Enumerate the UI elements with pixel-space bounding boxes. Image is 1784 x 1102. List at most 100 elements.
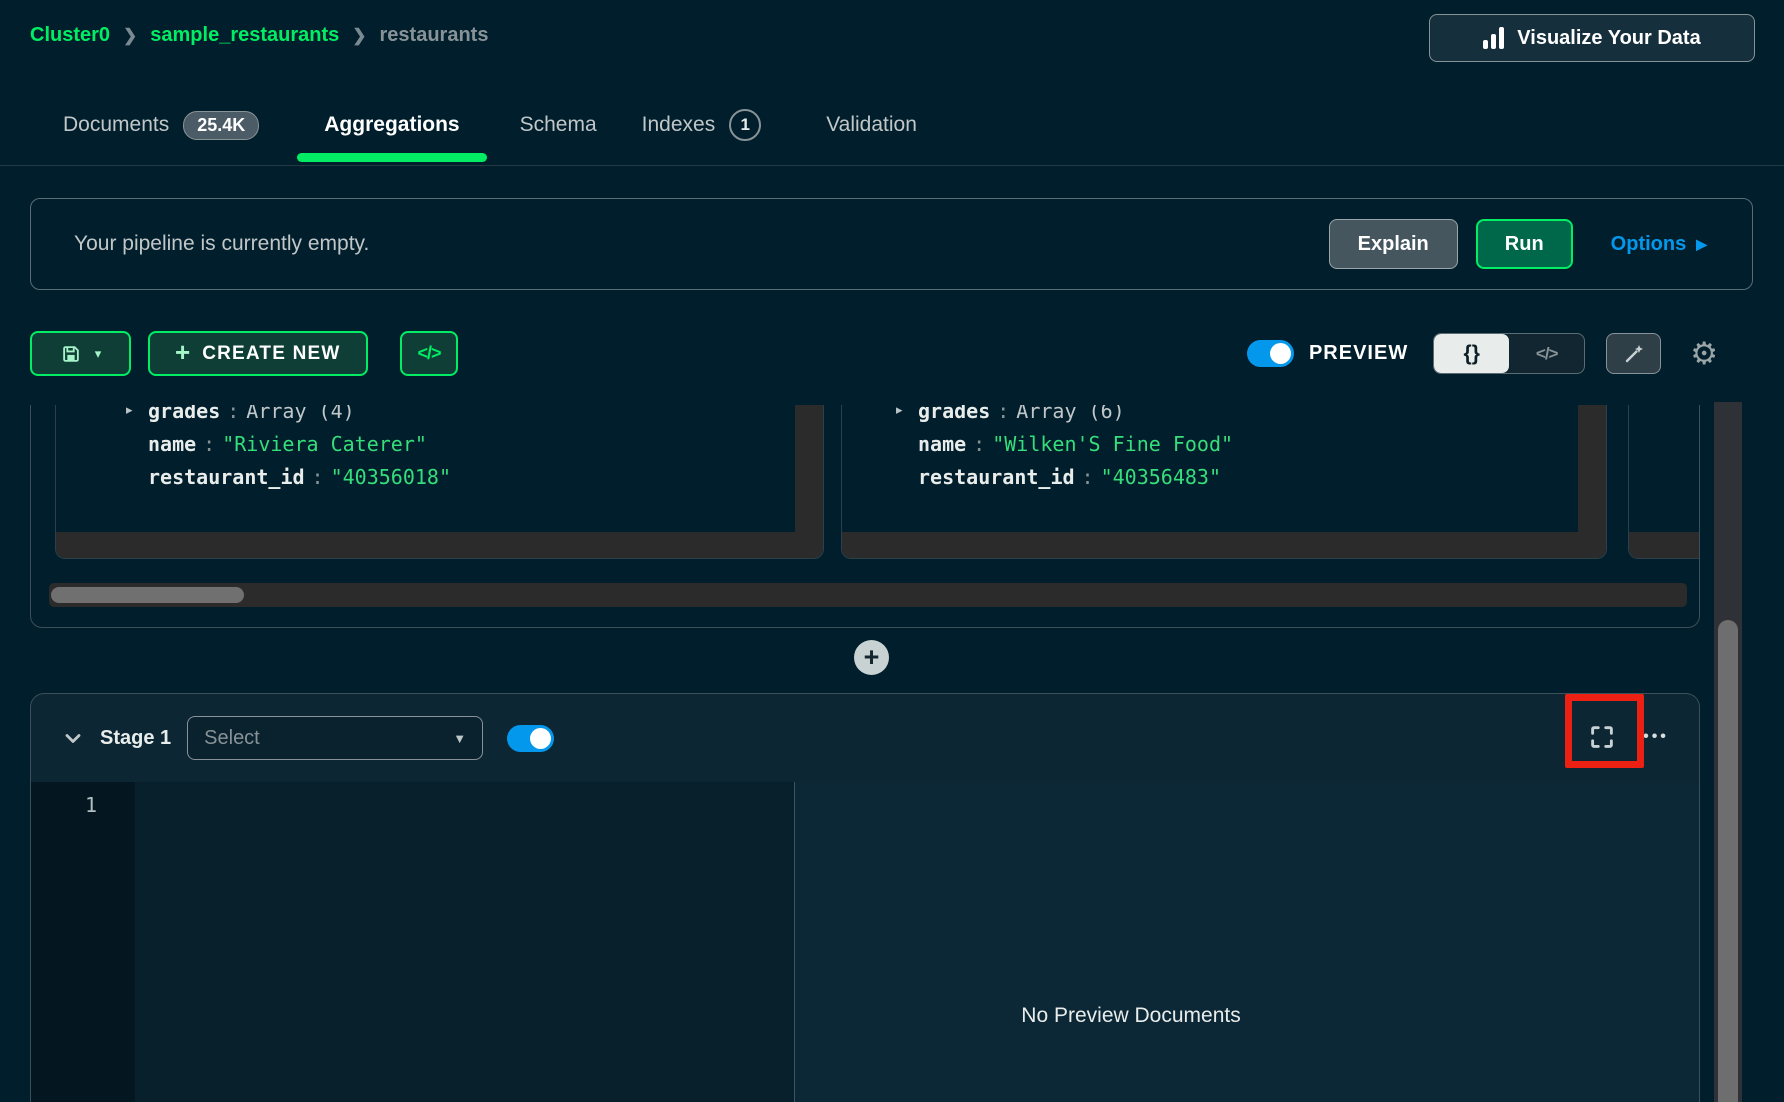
pipeline-actions: Explain Run Options ▶ xyxy=(1329,219,1707,269)
vertical-scrollbar-thumb[interactable] xyxy=(1718,620,1738,1102)
create-new-label: CREATE NEW xyxy=(202,343,340,365)
toggle-knob xyxy=(530,728,551,749)
chevron-right-icon: ❯ xyxy=(352,26,366,46)
stage-body: 1 No Preview Documents xyxy=(31,782,1699,1102)
documents-preview-panel: ▸ grades: Array (4) name: "Riviera Caterer… xyxy=(30,405,1700,628)
magic-wand-icon xyxy=(1622,342,1646,366)
settings-gear-icon[interactable]: ⚙ xyxy=(1690,338,1718,369)
options-button[interactable]: Options ▶ xyxy=(1611,233,1707,256)
document-card: ▸ grades: Array (4) name: "Riviera Caterer… xyxy=(55,405,824,559)
explain-button[interactable]: Explain xyxy=(1329,219,1458,269)
plus-icon: + xyxy=(175,339,190,365)
indexes-count-badge: 1 xyxy=(729,109,761,141)
expand-array-icon[interactable]: ▸ xyxy=(126,405,133,418)
editor-gutter: 1 xyxy=(31,782,135,1102)
field-value: "Wilken'S Fine Food" xyxy=(992,432,1233,456)
documents-count-badge: 25.4K xyxy=(183,111,259,140)
fullscreen-icon xyxy=(1587,722,1617,752)
card-vertical-scrollbar[interactable] xyxy=(1578,405,1606,532)
stage-header: Stage 1 Select ▼ ••• xyxy=(31,694,1699,782)
tab-schema-label: Schema xyxy=(520,113,597,137)
tab-indexes[interactable]: Indexes 1 xyxy=(642,86,762,164)
output-toolbar: PREVIEW {} </> ⚙ xyxy=(1247,331,1718,376)
tab-documents[interactable]: Documents 25.4K xyxy=(63,86,259,164)
field-row: name: "Riviera Caterer" xyxy=(148,432,427,456)
save-pipeline-button[interactable]: ▾ xyxy=(30,331,131,376)
field-key: grades xyxy=(918,405,990,423)
tab-validation[interactable]: Validation xyxy=(826,86,917,164)
stage-fullscreen-button[interactable] xyxy=(1579,714,1625,760)
field-separator: : xyxy=(203,432,215,456)
field-value: "Riviera Caterer" xyxy=(222,432,427,456)
options-label: Options xyxy=(1611,233,1687,256)
field-separator: : xyxy=(1082,465,1094,489)
field-key: restaurant_id xyxy=(918,465,1075,489)
ai-wand-button[interactable] xyxy=(1606,333,1661,374)
tab-indexes-label: Indexes xyxy=(642,113,716,137)
pipeline-as-text-button[interactable]: </> xyxy=(400,331,458,376)
toggle-knob xyxy=(1270,343,1291,364)
options-arrow-icon: ▶ xyxy=(1696,236,1707,253)
stage-label: Stage 1 xyxy=(100,727,171,750)
field-key: name xyxy=(918,432,966,456)
save-caret-icon: ▾ xyxy=(95,346,102,362)
output-view-segmented-control: {} </> xyxy=(1433,333,1585,374)
expand-array-icon[interactable]: ▸ xyxy=(896,405,903,418)
chevron-down-icon[interactable] xyxy=(61,726,85,750)
card-footer xyxy=(56,532,823,558)
floppy-save-icon xyxy=(60,343,82,365)
add-stage-button[interactable]: + xyxy=(854,640,889,675)
run-button[interactable]: Run xyxy=(1476,219,1573,269)
breadcrumb-cluster-link[interactable]: Cluster0 xyxy=(30,24,110,47)
bar-chart-icon xyxy=(1483,27,1504,49)
field-value: Array (6) xyxy=(1016,405,1124,423)
field-separator: : xyxy=(227,405,239,423)
tab-schema[interactable]: Schema xyxy=(520,86,597,164)
create-new-button[interactable]: + CREATE NEW xyxy=(148,331,368,376)
field-value: Array (4) xyxy=(246,405,354,423)
horizontal-scrollbar-thumb[interactable] xyxy=(51,587,244,603)
visualize-data-label: Visualize Your Data xyxy=(1517,27,1700,50)
field-row: grades: Array (6) xyxy=(918,405,1125,423)
breadcrumb-database-link[interactable]: sample_restaurants xyxy=(150,24,339,47)
card-vertical-scrollbar[interactable] xyxy=(795,405,823,532)
line-number: 1 xyxy=(85,793,97,817)
field-value: "40356018" xyxy=(331,465,451,489)
workspace-scrollbar xyxy=(1714,402,1742,1102)
pipeline-banner: Your pipeline is currently empty. Explai… xyxy=(30,198,1753,290)
field-key: grades xyxy=(148,405,220,423)
tab-aggregations-label: Aggregations xyxy=(324,113,459,137)
card-footer xyxy=(1629,532,1700,558)
select-value: Select xyxy=(204,727,260,750)
code-view-icon: </> xyxy=(1536,344,1558,364)
code-icon: </> xyxy=(417,343,440,364)
field-row: restaurant_id:"40356483" xyxy=(918,465,1221,489)
breadcrumb: Cluster0 ❯ sample_restaurants ❯ restaura… xyxy=(30,24,488,47)
document-card xyxy=(1628,405,1700,559)
field-key: name xyxy=(148,432,196,456)
braces-icon: {} xyxy=(1464,342,1480,366)
tab-validation-label: Validation xyxy=(826,113,917,137)
text-view-segment[interactable]: </> xyxy=(1509,334,1584,373)
document-view-segment[interactable]: {} xyxy=(1434,334,1509,373)
field-separator: : xyxy=(312,465,324,489)
document-card: ▸ grades: Array (6) name: "Wilken'S Fine F… xyxy=(841,405,1607,559)
stage-preview-pane: No Preview Documents xyxy=(795,782,1699,1102)
stage-enabled-toggle[interactable] xyxy=(507,725,554,752)
field-row: restaurant_id:"40356018" xyxy=(148,465,451,489)
preview-toggle[interactable] xyxy=(1247,340,1294,367)
field-separator: : xyxy=(997,405,1009,423)
stage-menu-button[interactable]: ••• xyxy=(1633,714,1679,760)
pipeline-empty-message: Your pipeline is currently empty. xyxy=(74,232,369,256)
select-caret-icon: ▼ xyxy=(453,731,466,746)
stage-operator-select[interactable]: Select ▼ xyxy=(187,716,483,760)
tabs-divider xyxy=(0,165,1784,166)
stage-editor-input[interactable] xyxy=(135,782,794,1102)
breadcrumb-collection: restaurants xyxy=(380,24,489,47)
tab-aggregations[interactable]: Aggregations xyxy=(324,86,459,164)
stage-card: Stage 1 Select ▼ ••• 1 No Preview D xyxy=(30,693,1700,1102)
visualize-data-button[interactable]: Visualize Your Data xyxy=(1429,14,1755,62)
card-footer xyxy=(842,532,1606,558)
field-row: grades: Array (4) xyxy=(148,405,355,423)
no-preview-message: No Preview Documents xyxy=(1021,1004,1240,1028)
